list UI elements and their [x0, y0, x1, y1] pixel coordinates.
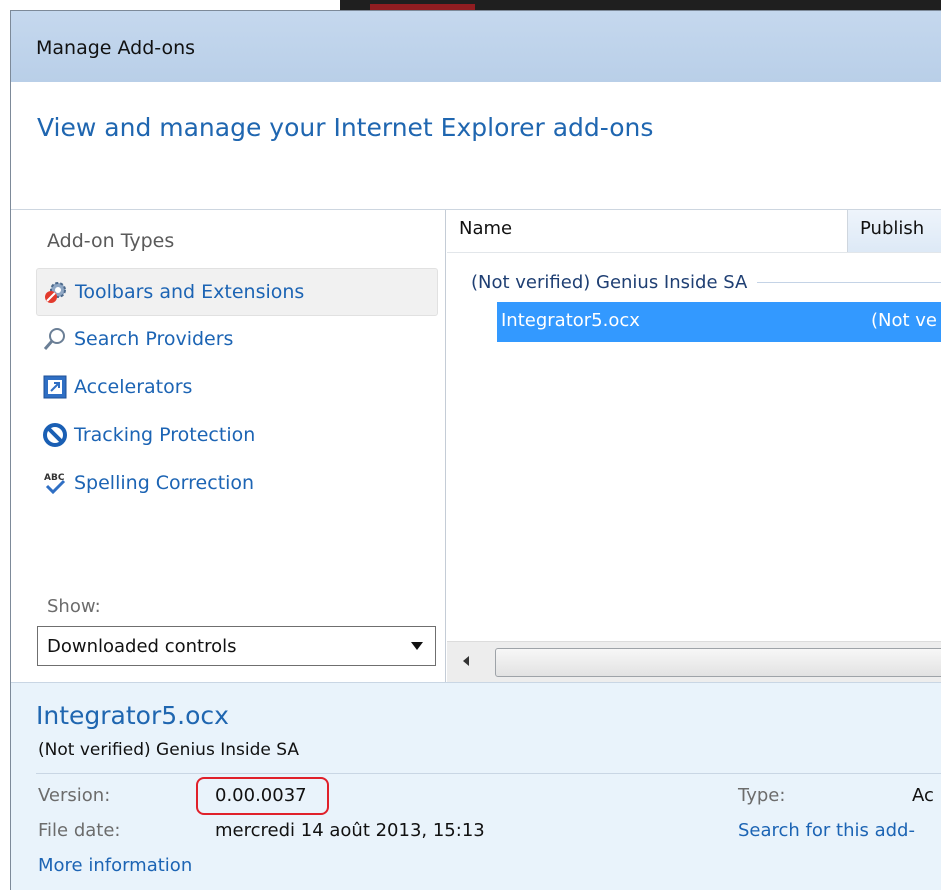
- show-label: Show:: [47, 596, 101, 617]
- sidebar-item-tracking-protection[interactable]: Tracking Protection: [36, 412, 436, 458]
- type-label: Type:: [738, 785, 786, 806]
- addon-name-cell: Integrator5.ocx: [501, 310, 640, 331]
- show-dropdown-value: Downloaded controls: [47, 635, 237, 657]
- column-header-name[interactable]: Name: [459, 218, 512, 239]
- more-information-link[interactable]: More information: [38, 855, 192, 876]
- sidebar-item-label: Tracking Protection: [74, 424, 256, 446]
- details-title: Integrator5.ocx: [36, 701, 229, 730]
- desktop-backdrop: [0, 0, 941, 10]
- header-panel: View and manage your Internet Explorer a…: [11, 82, 941, 210]
- window-title: Manage Add-ons: [36, 37, 196, 59]
- addon-publisher-cell: (Not ve: [871, 310, 938, 331]
- chevron-down-icon: [411, 642, 423, 650]
- addon-types-heading: Add-on Types: [47, 230, 175, 252]
- group-title: (Not verified) Genius Inside SA: [471, 271, 748, 293]
- sidebar-item-accelerators[interactable]: Accelerators: [36, 364, 436, 410]
- type-value: Ac: [912, 785, 934, 806]
- version-value: 0.00.0037: [215, 785, 307, 806]
- addon-types-pane: Add-on Types Toolbars and Extensions Sea…: [11, 210, 446, 682]
- arrow-left-icon: [463, 656, 469, 666]
- horizontal-scrollbar[interactable]: [447, 641, 941, 682]
- file-date-value: mercredi 14 août 2013, 15:13: [215, 820, 485, 841]
- details-pane: Integrator5.ocx (Not verified) Genius In…: [11, 682, 941, 890]
- group-divider: [757, 281, 941, 283]
- header-text: View and manage your Internet Explorer a…: [37, 113, 654, 142]
- show-dropdown[interactable]: Downloaded controls: [37, 626, 436, 666]
- list-column-headers: Name Publish: [447, 210, 941, 253]
- search-addon-link[interactable]: Search for this add-: [738, 820, 915, 841]
- file-date-label: File date:: [38, 820, 121, 841]
- sidebar-item-label: Search Providers: [74, 328, 234, 350]
- column-header-publisher[interactable]: Publish: [848, 210, 941, 252]
- list-group-header[interactable]: (Not verified) Genius Inside SA: [471, 270, 941, 294]
- sidebar-item-label: Accelerators: [74, 376, 193, 398]
- gear-icon: [43, 279, 69, 305]
- manage-addons-window: Manage Add-ons View and manage your Inte…: [10, 10, 941, 890]
- block-icon: [42, 422, 68, 448]
- details-publisher: (Not verified) Genius Inside SA: [38, 740, 299, 760]
- details-divider: [36, 773, 941, 774]
- sidebar-item-search-providers[interactable]: Search Providers: [36, 316, 436, 362]
- title-bar[interactable]: Manage Add-ons: [11, 11, 941, 82]
- table-row[interactable]: Integrator5.ocx (Not ve: [497, 302, 941, 342]
- scroll-left-button[interactable]: [451, 646, 481, 676]
- accelerator-icon: [42, 374, 68, 400]
- window-client: View and manage your Internet Explorer a…: [11, 82, 941, 890]
- scrollbar-thumb[interactable]: [495, 648, 941, 677]
- version-label: Version:: [38, 785, 111, 806]
- sidebar-item-label: Spelling Correction: [74, 472, 255, 494]
- column-header-publisher-label: Publish: [860, 218, 925, 239]
- sidebar-item-spelling-correction[interactable]: ABC Spelling Correction: [36, 460, 436, 506]
- addons-list-pane: Name Publish (Not verified) Genius Insid…: [447, 210, 941, 682]
- sidebar-item-toolbars-extensions[interactable]: Toolbars and Extensions: [36, 268, 438, 316]
- spellcheck-icon: ABC: [42, 470, 68, 496]
- sidebar-item-label: Toolbars and Extensions: [75, 281, 305, 303]
- search-icon: [42, 326, 68, 352]
